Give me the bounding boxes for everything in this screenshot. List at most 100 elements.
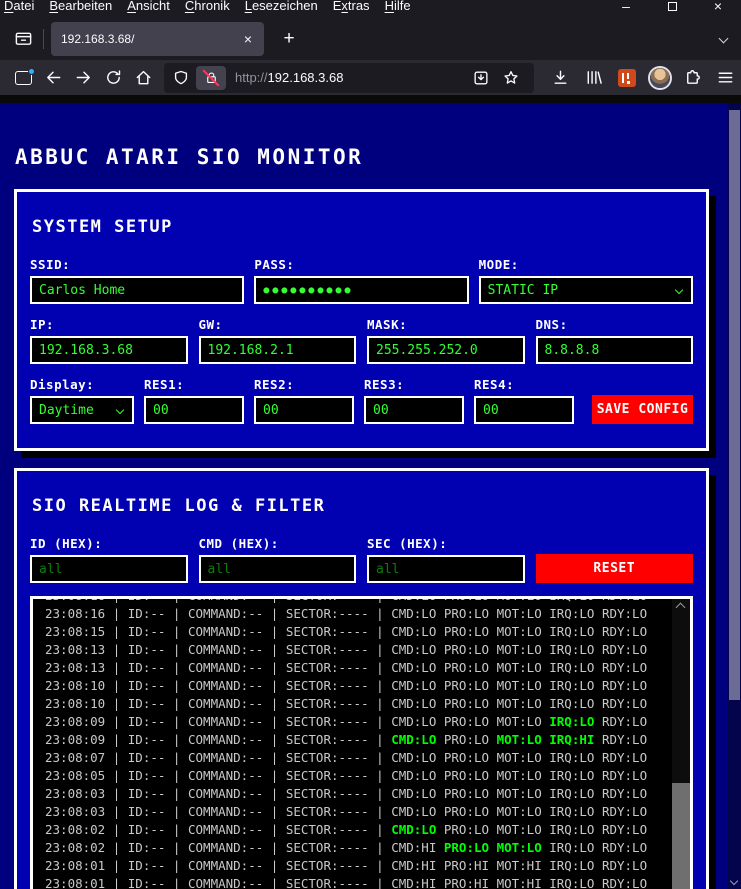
filter-id-label: ID (HEX): — [30, 536, 103, 551]
library-button[interactable] — [577, 64, 610, 92]
signal-mot: MOT:LO — [496, 696, 542, 711]
system-setup-heading: SYSTEM SETUP — [32, 217, 173, 237]
signal-mot: MOT:LO — [496, 660, 542, 675]
list-all-tabs-chevron-icon[interactable] — [718, 33, 729, 44]
signal-cmd: CMD:HI — [391, 858, 437, 873]
extensions-button[interactable] — [676, 64, 709, 92]
log-row-head: 23:08:10 | ID:-- | COMMAND:-- | SECTOR:-… — [45, 678, 392, 693]
filter-sec-field: SEC (HEX): — [367, 536, 525, 583]
new-tab-button[interactable]: + — [276, 28, 302, 50]
sio-log-heading: SIO REALTIME LOG & FILTER — [32, 496, 326, 516]
forward-arrow-icon — [76, 71, 90, 84]
log-scrollbar[interactable] — [672, 599, 690, 889]
signal-irq: IRQ:LO — [549, 804, 595, 819]
signal-irq: IRQ:LO — [549, 876, 595, 889]
menu-item-hilfe[interactable]: Hilfe — [385, 0, 411, 13]
close-button[interactable]: × — [695, 0, 741, 16]
star-icon — [504, 70, 518, 84]
page-scrollbar-thumb[interactable] — [729, 110, 740, 700]
filter-id-input[interactable] — [30, 555, 188, 583]
ip-input[interactable] — [30, 336, 188, 364]
save-page-button[interactable] — [466, 64, 496, 92]
ip-field: IP: — [30, 317, 188, 364]
res3-input[interactable] — [364, 396, 464, 424]
page-scrollbar[interactable] — [728, 103, 741, 889]
signal-mot: MOT:HI — [496, 858, 542, 873]
filter-cmd-input[interactable] — [198, 555, 356, 583]
bookmark-star-button[interactable] — [496, 64, 526, 92]
url-scheme: http:// — [235, 70, 268, 85]
tab-close-button[interactable]: × — [238, 29, 258, 49]
chevron-down-icon — [115, 405, 125, 415]
log-row: 23:08:03 | ID:-- | COMMAND:-- | SECTOR:-… — [45, 803, 690, 821]
ssid-input[interactable] — [30, 276, 245, 304]
log-row-head: 23:08:13 | ID:-- | COMMAND:-- | SECTOR:-… — [45, 642, 392, 657]
log-row-head: 23:08:09 | ID:-- | COMMAND:-- | SECTOR:-… — [45, 732, 392, 747]
profile-button[interactable] — [643, 64, 676, 92]
signal-mot: MOT:LO — [496, 606, 542, 621]
minimize-button[interactable]: – — [603, 0, 649, 16]
res4-field: RES4: — [474, 377, 574, 424]
signal-pro: PRO:LO — [443, 750, 490, 765]
toolbox-button[interactable] — [8, 25, 38, 53]
url-bar[interactable]: http://192.168.3.68 — [164, 62, 534, 93]
log-scrollbar-thumb[interactable] — [672, 783, 690, 889]
reset-button[interactable]: RESET — [535, 554, 693, 583]
log-row-head: 23:08:15 | ID:-- | COMMAND:-- | SECTOR:-… — [45, 624, 392, 639]
home-icon — [136, 70, 150, 85]
signal-rdy: RDY:LO — [601, 750, 648, 765]
log-row-head: 23:08:10 | ID:-- | COMMAND:-- | SECTOR:-… — [45, 696, 392, 711]
signal-cmd: CMD:LO — [391, 822, 437, 837]
signal-irq: IRQ:LO — [549, 840, 595, 855]
home-button[interactable] — [128, 64, 158, 92]
log-row-head: 23:08:02 | ID:-- | COMMAND:-- | SECTOR:-… — [45, 822, 392, 837]
firefox-view-button[interactable] — [8, 64, 38, 92]
signal-rdy: RDY:LO — [601, 804, 648, 819]
app-menu-button[interactable] — [709, 64, 741, 92]
gw-label: GW: — [198, 317, 223, 332]
pass-input[interactable] — [254, 276, 469, 304]
signal-pro: PRO:LO — [443, 804, 490, 819]
menu-item-extras[interactable]: Extras — [333, 0, 370, 13]
mode-select[interactable]: STATIC IP — [478, 276, 693, 304]
menu-item-chronik[interactable]: Chronik — [185, 0, 230, 13]
save-config-button[interactable]: SAVE CONFIG — [592, 395, 693, 424]
dns-input[interactable] — [535, 336, 693, 364]
menu-item-datei[interactable]: Datei — [4, 0, 34, 13]
signal-mot: MOT:LO — [496, 786, 542, 801]
url-text[interactable]: http://192.168.3.68 — [235, 70, 466, 85]
signal-mot: MOT:LO — [496, 642, 542, 657]
signal-rdy: RDY:LO — [601, 714, 648, 729]
signal-rdy: RDY:LO — [601, 786, 648, 801]
reload-button[interactable] — [98, 64, 128, 92]
back-button[interactable] — [38, 64, 68, 92]
signal-irq: IRQ:LO — [549, 696, 595, 711]
log-row-head: 23:08:07 | ID:-- | COMMAND:-- | SECTOR:-… — [45, 750, 392, 765]
filter-sec-input[interactable] — [367, 555, 525, 583]
signal-cmd: CMD:LO — [391, 642, 437, 657]
downloads-button[interactable] — [544, 64, 577, 92]
extension-button-orange[interactable] — [610, 64, 643, 92]
tab-title: 192.168.3.68/ — [61, 31, 135, 46]
log-row-head: 23:08:02 | ID:-- | COMMAND:-- | SECTOR:-… — [45, 840, 392, 855]
gw-input[interactable] — [198, 336, 356, 364]
res2-input[interactable] — [254, 396, 354, 424]
menu-item-bearbeiten[interactable]: Bearbeiten — [49, 0, 112, 13]
menu-item-lesezeichen[interactable]: Lesezeichen — [245, 0, 318, 13]
shield-icon[interactable] — [172, 69, 190, 87]
display-select[interactable]: Daytime — [30, 396, 134, 424]
forward-button[interactable] — [68, 64, 98, 92]
maximize-button[interactable] — [649, 0, 695, 16]
insecure-connection-button[interactable] — [196, 65, 226, 90]
mask-input[interactable] — [367, 336, 525, 364]
log-row: 23:08:09 | ID:-- | COMMAND:-- | SECTOR:-… — [45, 731, 690, 749]
scroll-up-arrow-icon[interactable] — [675, 602, 686, 613]
res4-input[interactable] — [474, 396, 574, 424]
res1-input[interactable] — [144, 396, 244, 424]
browser-window: Datei Bearbeiten Ansicht Chronik Lesezeichen… — [0, 0, 741, 889]
res2-label: RES2: — [254, 377, 295, 392]
scroll-down-arrow-icon[interactable] — [729, 876, 739, 886]
tab-active[interactable]: 192.168.3.68/ × — [51, 21, 264, 56]
res1-label: RES1: — [144, 377, 185, 392]
menu-item-ansicht[interactable]: Ansicht — [127, 0, 170, 13]
